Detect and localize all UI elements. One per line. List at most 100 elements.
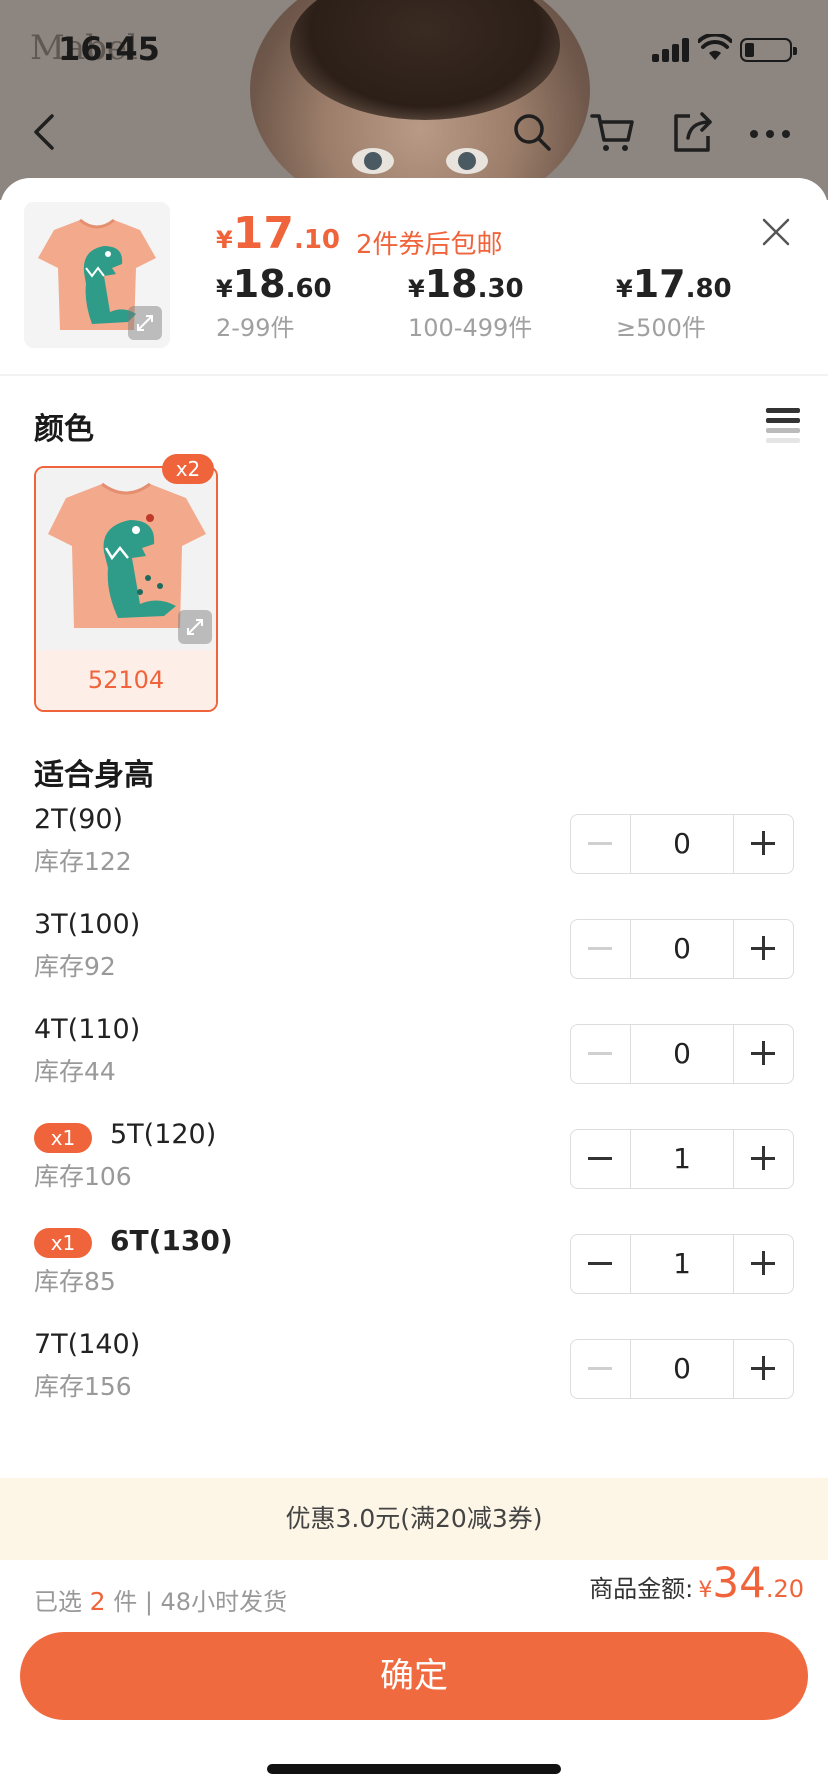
photo-detail: [352, 148, 394, 174]
currency-symbol: ¥: [408, 275, 425, 303]
selected-suffix: 件 | 48小时发货: [113, 1588, 288, 1616]
increase-button[interactable]: [733, 1340, 793, 1398]
promo-text: 2件券后包邮: [356, 230, 503, 260]
currency-symbol: ¥: [698, 1578, 713, 1603]
divider: [0, 374, 828, 376]
status-time: 16:45: [58, 30, 160, 68]
size-name: 3T(100): [34, 909, 141, 940]
price-integer: 18: [424, 262, 478, 306]
plus-icon-stroke: [762, 1251, 765, 1275]
color-count-badge: x2: [162, 454, 214, 484]
quantity-value[interactable]: 1: [631, 1235, 733, 1293]
photo-detail: [446, 148, 488, 174]
sku-selector-sheet: ¥17.10 2件券后包邮 ¥18.60 2-99件 ¥18.30 100-49…: [0, 178, 828, 1792]
minus-icon: [588, 1367, 612, 1370]
price-tier: ¥17.80 ≥500件: [616, 262, 732, 343]
status-bar: 16:45: [0, 0, 828, 100]
share-icon[interactable]: [668, 108, 716, 156]
color-section-title: 颜色: [34, 412, 94, 447]
cellular-signal-icon: [652, 38, 690, 62]
minus-icon: [588, 947, 612, 950]
discount-banner: 优惠3.0元(满20减3券): [0, 1478, 828, 1560]
search-icon[interactable]: [508, 108, 556, 156]
back-icon[interactable]: [22, 108, 70, 156]
decrease-button[interactable]: [571, 1130, 631, 1188]
quantity-value[interactable]: 0: [631, 920, 733, 978]
more-icon[interactable]: [746, 108, 794, 156]
increase-button[interactable]: [733, 815, 793, 873]
size-count-badge: x1: [34, 1123, 92, 1153]
total-integer: 34: [712, 1558, 766, 1607]
minus-icon: [588, 1052, 612, 1055]
size-name: 7T(140): [34, 1329, 141, 1360]
plus-icon-stroke: [762, 936, 765, 960]
size-name: 2T(90): [34, 804, 124, 835]
price-decimal: .30: [477, 274, 524, 304]
tier-range: 100-499件: [408, 314, 533, 342]
price-integer: 18: [232, 262, 286, 306]
decrease-button[interactable]: [571, 920, 631, 978]
price-tier: ¥18.30 100-499件: [408, 262, 532, 343]
price-tier: ¥18.60 2-99件: [216, 262, 332, 343]
plus-icon-stroke: [762, 1041, 765, 1065]
confirm-button[interactable]: 确定: [20, 1632, 808, 1720]
increase-button[interactable]: [733, 1235, 793, 1293]
tier-range: ≥500件: [616, 314, 706, 342]
size-stock: 库存122: [34, 847, 132, 876]
quantity-value[interactable]: 1: [631, 1130, 733, 1188]
total-decimal: .20: [765, 1575, 804, 1603]
expand-icon[interactable]: [128, 306, 162, 340]
decrease-button[interactable]: [571, 1340, 631, 1398]
selection-summary: 已选 2 件 | 48小时发货: [34, 1582, 287, 1617]
minus-icon: [588, 1157, 612, 1160]
currency-symbol: ¥: [216, 275, 233, 303]
size-stock: 库存44: [34, 1057, 116, 1086]
price-integer: 17: [632, 262, 686, 306]
size-row: 7T(140) 库存156 0: [0, 1329, 828, 1429]
quantity-stepper: 1: [570, 1234, 794, 1294]
decrease-button[interactable]: [571, 1235, 631, 1293]
size-row: x1 5T(120) 库存106 1: [0, 1119, 828, 1219]
plus-icon-stroke: [762, 1356, 765, 1380]
tier-range: 2-99件: [216, 314, 295, 342]
size-stock: 库存106: [34, 1162, 132, 1191]
decrease-button[interactable]: [571, 1025, 631, 1083]
size-stock: 库存92: [34, 952, 116, 981]
product-thumbnail[interactable]: [24, 202, 170, 348]
list-view-icon[interactable]: [766, 408, 800, 444]
increase-button[interactable]: [733, 1025, 793, 1083]
increase-button[interactable]: [733, 1130, 793, 1188]
selected-prefix: 已选: [34, 1588, 82, 1616]
size-stock: 库存156: [34, 1372, 132, 1401]
quantity-stepper: 1: [570, 1129, 794, 1189]
selected-count: 2: [89, 1587, 106, 1616]
color-option-label: 52104: [36, 650, 216, 710]
quantity-stepper: 0: [570, 919, 794, 979]
currency-symbol: ¥: [216, 226, 233, 254]
plus-icon-stroke: [762, 831, 765, 855]
quantity-stepper: 0: [570, 1339, 794, 1399]
price-decimal: .80: [685, 274, 732, 304]
price-integer: 17: [232, 208, 294, 259]
increase-button[interactable]: [733, 920, 793, 978]
size-row: 4T(110) 库存44 0: [0, 1014, 828, 1114]
size-row: 3T(100) 库存92 0: [0, 909, 828, 1009]
quantity-stepper: 0: [570, 1024, 794, 1084]
size-name: 4T(110): [34, 1014, 141, 1045]
minus-icon: [588, 1262, 612, 1265]
total-amount: 商品金额: ¥34.20: [589, 1558, 804, 1607]
close-icon[interactable]: [758, 214, 794, 250]
currency-symbol: ¥: [616, 275, 633, 303]
quantity-value[interactable]: 0: [631, 815, 733, 873]
main-price: ¥17.10: [216, 208, 340, 259]
price-decimal: .60: [285, 274, 332, 304]
decrease-button[interactable]: [571, 815, 631, 873]
size-row: 2T(90) 库存122 0: [0, 804, 828, 904]
expand-icon[interactable]: [178, 610, 212, 644]
quantity-value[interactable]: 0: [631, 1340, 733, 1398]
color-option-card[interactable]: 52104: [34, 466, 218, 712]
size-section-title: 适合身高: [34, 758, 154, 793]
cart-icon[interactable]: [588, 108, 636, 156]
size-stock: 库存85: [34, 1267, 116, 1296]
quantity-value[interactable]: 0: [631, 1025, 733, 1083]
